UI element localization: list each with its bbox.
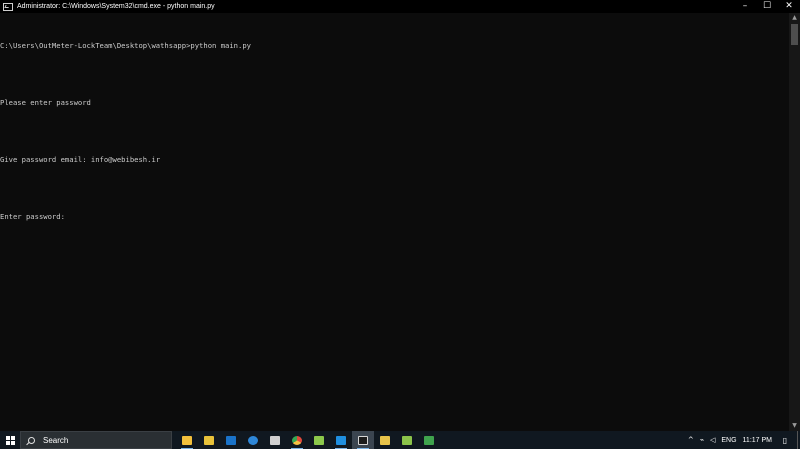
close-button[interactable]: ✕ [778, 0, 800, 13]
notification-icon[interactable]: ▯ [778, 436, 792, 445]
app-green-icon [424, 435, 434, 445]
taskbar-app-notepad-plus[interactable] [308, 431, 330, 449]
window-title-bar[interactable]: Administrator: C:\Windows\System32\cmd.e… [0, 0, 800, 13]
maximize-button[interactable]: ☐ [756, 0, 778, 13]
show-hidden-icons-chevron-icon[interactable]: ^ [688, 436, 694, 444]
taskbar-app-steam[interactable] [264, 431, 286, 449]
app-blue-icon [248, 435, 258, 445]
window-controls: – ☐ ✕ [734, 0, 800, 13]
taskbar-app-store[interactable] [198, 431, 220, 449]
steam-icon [270, 435, 280, 445]
scroll-down-icon[interactable]: ▼ [789, 421, 800, 431]
clock[interactable]: 11:17 PM [743, 437, 772, 444]
network-icon[interactable]: ⌁ [700, 436, 704, 444]
start-button[interactable] [0, 431, 20, 449]
system-tray: ^ ⌁ ◁ ENG 11:17 PM ▯ [685, 431, 800, 449]
taskbar-app-vscode[interactable] [330, 431, 352, 449]
volume-icon[interactable]: ◁ [710, 436, 715, 444]
store-icon [204, 435, 214, 445]
android-icon [402, 435, 412, 445]
search-label: Search [43, 435, 69, 445]
console-line: Please enter password [0, 98, 91, 107]
taskbar-app-cmd[interactable] [352, 431, 374, 449]
taskbar-app-outlook[interactable] [220, 431, 242, 449]
taskbar-app-green[interactable] [418, 431, 440, 449]
vscode-icon [336, 435, 346, 445]
notepad-plus-icon [314, 435, 324, 445]
console-line: C:\Users\OutMeter-LockTeam\Desktop\waths… [0, 41, 251, 50]
windows-logo-icon [5, 435, 15, 445]
taskbar-app-explorer[interactable] [176, 431, 198, 449]
chrome-icon [292, 435, 302, 445]
scroll-up-icon[interactable]: ▲ [789, 13, 800, 23]
scrollbar-thumb[interactable] [791, 24, 798, 45]
vertical-scrollbar[interactable]: ▲ ▼ [789, 13, 800, 431]
app-yellow-icon [380, 435, 390, 445]
cmd-icon [3, 2, 13, 11]
taskbar-app-blue[interactable] [242, 431, 264, 449]
cmd-icon [358, 435, 368, 445]
console-output[interactable]: C:\Users\OutMeter-LockTeam\Desktop\waths… [0, 13, 789, 431]
search-icon [28, 436, 35, 444]
minimize-button[interactable]: – [734, 0, 756, 13]
taskbar-app-chrome[interactable] [286, 431, 308, 449]
language-indicator[interactable]: ENG [721, 437, 736, 444]
taskbar-apps [176, 431, 440, 449]
window-title: Administrator: C:\Windows\System32\cmd.e… [17, 3, 215, 10]
console-line: Give password email: info@webibesh.ir [0, 155, 161, 164]
taskbar-app-yellow[interactable] [374, 431, 396, 449]
search-box[interactable]: Search [20, 431, 172, 449]
file-explorer-icon [182, 435, 192, 445]
taskbar: Search ^ ⌁ ◁ ENG 11:17 PM ▯ [0, 431, 800, 449]
outlook-icon [226, 435, 236, 445]
taskbar-app-android[interactable] [396, 431, 418, 449]
console-prompt-line: Enter password: [0, 212, 65, 221]
